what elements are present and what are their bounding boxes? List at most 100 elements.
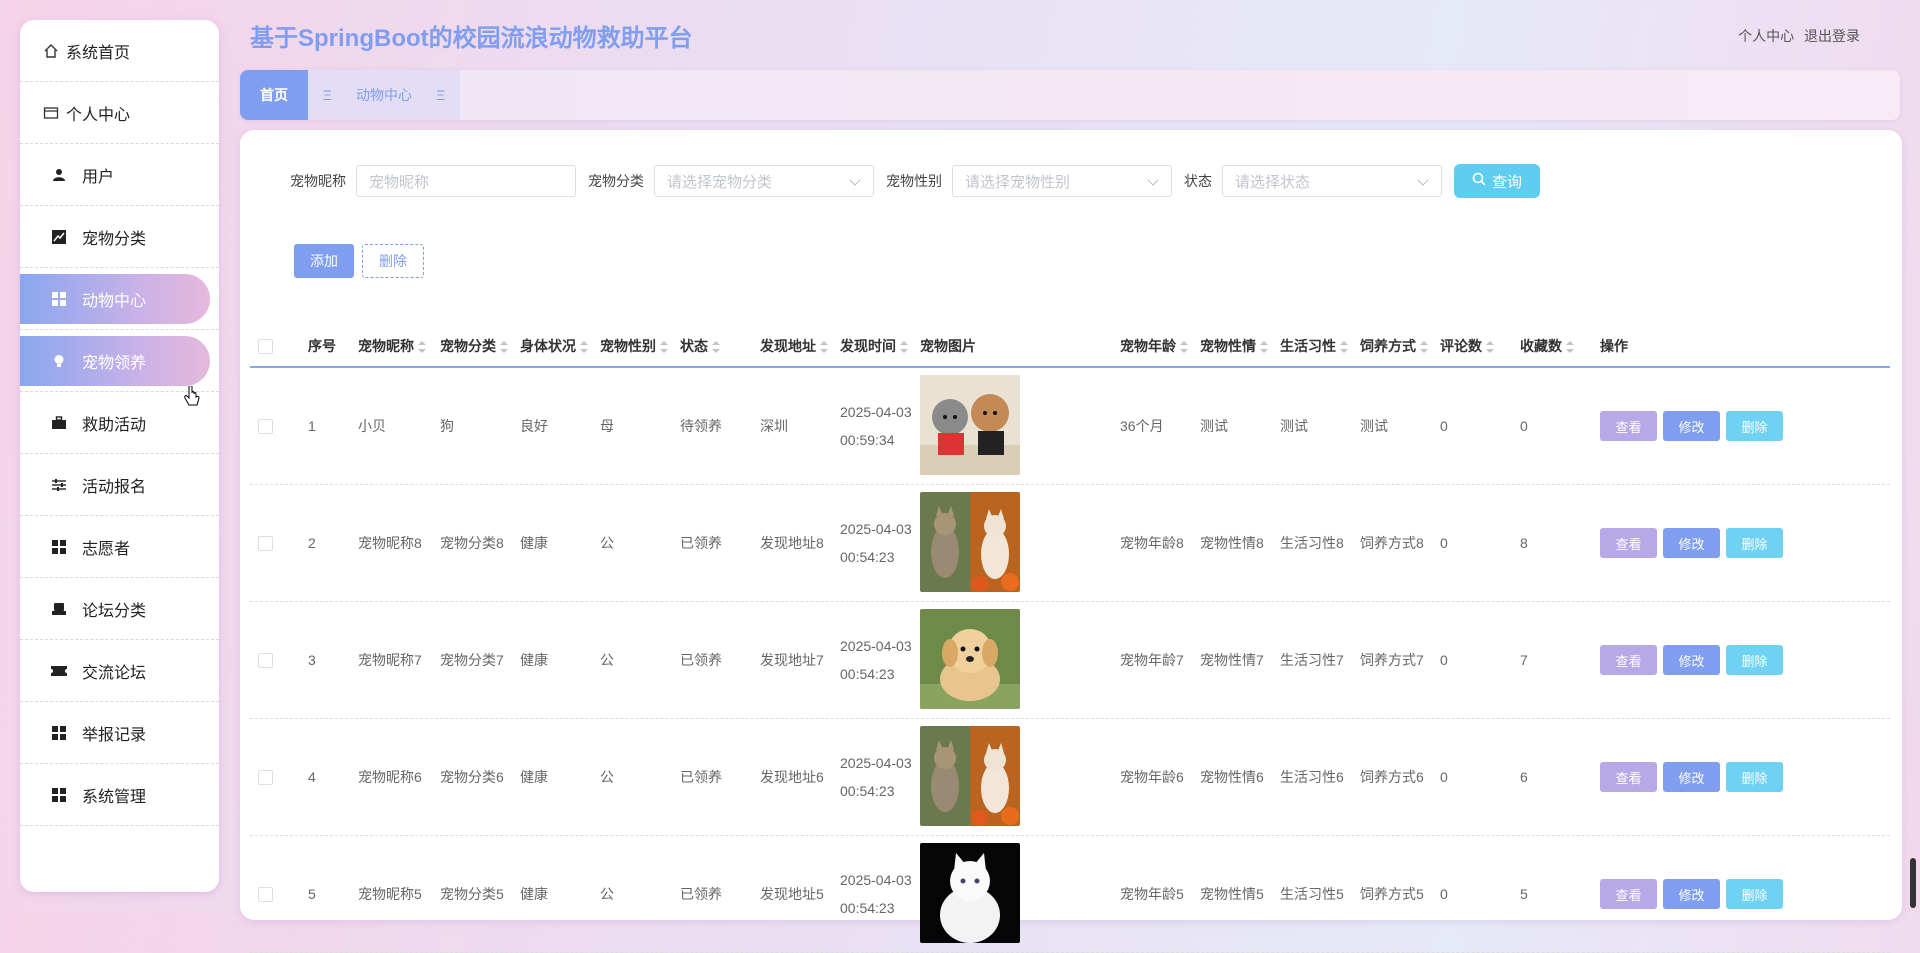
sort-icon[interactable]	[1260, 341, 1268, 354]
delete-button[interactable]: 删除	[1726, 645, 1783, 675]
col-header[interactable]: 评论数	[1436, 336, 1516, 356]
cell-habit: 生活习性6	[1280, 769, 1344, 785]
edit-button[interactable]: 修改	[1663, 762, 1720, 792]
sidebar-item-volunteer[interactable]: 志愿者	[20, 516, 219, 578]
select-all-checkbox[interactable]	[258, 338, 273, 354]
col-header[interactable]: 宠物年龄	[1116, 336, 1196, 356]
sort-icon[interactable]	[1566, 341, 1574, 354]
profile-link[interactable]: 个人中心	[1738, 28, 1794, 44]
sort-icon[interactable]	[1340, 341, 1348, 354]
sidebar-item-reports[interactable]: 举报记录	[20, 702, 219, 764]
sidebar-item-users[interactable]: 用户	[20, 144, 219, 206]
cell-age: 宠物年龄6	[1120, 769, 1184, 785]
sort-icon[interactable]	[660, 341, 668, 354]
sort-icon[interactable]	[500, 341, 508, 354]
col-header[interactable]: 收藏数	[1516, 336, 1596, 356]
cell-gender: 公	[600, 652, 614, 668]
tab-home[interactable]: 首页	[240, 70, 308, 120]
delete-button[interactable]: 删除	[1726, 411, 1783, 441]
sidebar-item-signup[interactable]: 活动报名	[20, 454, 219, 516]
col-header[interactable]: 身体状况	[516, 336, 596, 356]
view-button[interactable]: 查看	[1600, 762, 1657, 792]
col-header[interactable]: 宠物昵称	[354, 336, 436, 356]
logout-link[interactable]: 退出登录	[1804, 28, 1860, 44]
pet-image	[916, 842, 1116, 946]
cell-name: 宠物昵称6	[358, 769, 422, 785]
sort-icon[interactable]	[580, 341, 588, 354]
sidebar-item-pet-category[interactable]: 宠物分类	[20, 206, 219, 268]
col-header[interactable]: 饲养方式	[1356, 336, 1436, 356]
cell-favorites: 0	[1520, 418, 1528, 434]
delete-button[interactable]: 删除	[1726, 879, 1783, 909]
view-button[interactable]: 查看	[1600, 645, 1657, 675]
sidebar-item-animal-center[interactable]: 动物中心	[20, 268, 219, 330]
gender-filter-select[interactable]: 请选择宠物性别	[952, 165, 1172, 197]
sort-icon[interactable]	[418, 341, 426, 354]
view-button[interactable]: 查看	[1600, 411, 1657, 441]
cell-gender: 公	[600, 535, 614, 551]
scrollbar-thumb[interactable]	[1910, 858, 1916, 908]
delete-button[interactable]: 删除	[1726, 528, 1783, 558]
cell-gender: 公	[600, 886, 614, 902]
sort-icon[interactable]	[1486, 341, 1494, 354]
sidebar-item-profile[interactable]: 个人中心	[20, 82, 219, 144]
ticket-icon	[50, 662, 68, 680]
edit-button[interactable]: 修改	[1663, 645, 1720, 675]
add-button[interactable]: 添加	[294, 244, 354, 278]
tab-animal-center[interactable]: Ξ 动物中心 Ξ	[308, 70, 460, 120]
gender-filter-label: 宠物性别	[886, 173, 942, 189]
edit-button[interactable]: 修改	[1663, 411, 1720, 441]
sort-icon[interactable]	[900, 341, 908, 354]
batch-delete-button[interactable]: 删除	[362, 244, 424, 278]
col-header: 操作	[1600, 338, 1628, 354]
col-header[interactable]: 状态	[676, 336, 756, 356]
cell-time: 2025-04-03 00:59:34	[840, 404, 912, 448]
table-row: 3 宠物昵称7 宠物分类7 健康 公 已领养 发现地址7 2025-04-03 00:54:2…	[250, 602, 1890, 719]
cell-no: 2	[308, 535, 316, 551]
col-header[interactable]: 发现时间	[836, 336, 916, 356]
view-button[interactable]: 查看	[1600, 879, 1657, 909]
category-filter-select[interactable]: 请选择宠物分类	[654, 165, 874, 197]
cell-habit: 测试	[1280, 418, 1308, 434]
name-filter-input[interactable]: 宠物昵称	[356, 165, 576, 197]
sort-icon[interactable]	[712, 341, 720, 354]
col-header[interactable]: 宠物性别	[596, 336, 676, 356]
cell-no: 4	[308, 769, 316, 785]
sort-icon[interactable]	[1420, 341, 1428, 354]
cell-feeding: 饲养方式8	[1360, 535, 1424, 551]
view-button[interactable]: 查看	[1600, 528, 1657, 558]
cell-favorites: 7	[1520, 652, 1528, 668]
sidebar-item-adoption[interactable]: 宠物领养	[20, 330, 219, 392]
table-row: 5 宠物昵称5 宠物分类5 健康 公 已领养 发现地址5 2025-04-03 00:54:2…	[250, 836, 1890, 953]
row-checkbox[interactable]	[258, 535, 273, 551]
col-header[interactable]: 宠物分类	[436, 336, 516, 356]
table-header: 序号 宠物昵称 宠物分类 身体状况 宠物性别 状态 发现地址 发现时间 宠物图片…	[250, 326, 1890, 368]
status-filter-select[interactable]: 请选择状态	[1222, 165, 1442, 197]
sidebar-item-home[interactable]: 系统首页	[20, 20, 219, 82]
sort-icon[interactable]	[820, 341, 828, 354]
delete-button[interactable]: 删除	[1726, 762, 1783, 792]
col-header[interactable]: 宠物性情	[1196, 336, 1276, 356]
row-checkbox[interactable]	[258, 652, 273, 668]
row-checkbox[interactable]	[258, 418, 273, 434]
printer-icon	[50, 600, 68, 618]
edit-button[interactable]: 修改	[1663, 528, 1720, 558]
search-button[interactable]: 查询	[1454, 164, 1540, 198]
scrollbar[interactable]	[1908, 0, 1916, 912]
cell-category: 狗	[440, 418, 454, 434]
cell-favorites: 8	[1520, 535, 1528, 551]
sidebar-item-system[interactable]: 系统管理	[20, 764, 219, 826]
sidebar-item-forum[interactable]: 交流论坛	[20, 640, 219, 702]
edit-button[interactable]: 修改	[1663, 879, 1720, 909]
category-filter-label: 宠物分类	[588, 173, 644, 189]
row-checkbox[interactable]	[258, 769, 273, 785]
sidebar-item-label: 宠物领养	[82, 354, 147, 372]
col-header[interactable]: 发现地址	[756, 336, 836, 356]
cell-feeding: 饲养方式7	[1360, 652, 1424, 668]
pet-image	[916, 374, 1116, 478]
col-header[interactable]: 生活习性	[1276, 336, 1356, 356]
sort-icon[interactable]	[1180, 341, 1188, 354]
row-checkbox[interactable]	[258, 886, 273, 902]
grid-icon	[50, 290, 68, 308]
sidebar-item-forum-category[interactable]: 论坛分类	[20, 578, 219, 640]
